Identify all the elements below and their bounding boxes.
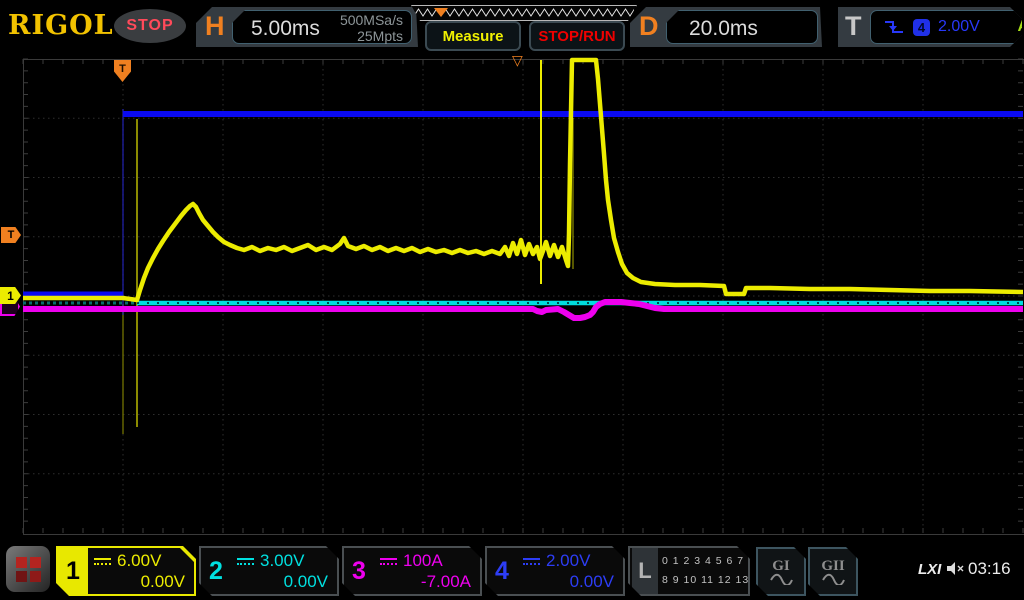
dc-coupling-icon	[523, 558, 540, 565]
timebase-value: 5.00ms	[251, 17, 320, 40]
horizontal-label: H	[205, 11, 225, 41]
channel-4-box[interactable]: 4 2.00V 0.00V	[485, 546, 625, 596]
trigger-readout: 4 2.00V A	[870, 10, 1024, 44]
generator-2-label: GII	[821, 557, 845, 574]
horizontal-panel[interactable]: H 5.00ms 500MSa/s 25Mpts	[196, 7, 418, 47]
channel-1-number: 1	[58, 548, 88, 594]
channel-4-offset: 0.00V	[569, 572, 614, 591]
rigol-logo: RIGOL	[8, 10, 114, 41]
oscilloscope-screen: RIGOL STOP H 5.00ms 500MSa/s 25Mpts Meas…	[0, 0, 1024, 600]
dc-coupling-icon	[237, 558, 254, 565]
sine-wave-icon	[821, 573, 845, 585]
sine-wave-icon	[769, 573, 793, 585]
timebase-readout: 5.00ms 500MSa/s 25Mpts	[232, 10, 412, 44]
channel-4-scale: 2.00V	[546, 551, 591, 570]
logic-label: L	[632, 548, 658, 594]
lxi-indicator: LXI	[918, 561, 942, 578]
overview-trigger-triangle-icon	[434, 8, 448, 17]
measure-button[interactable]: Measure	[425, 21, 521, 51]
dc-coupling-icon	[380, 558, 397, 565]
channel-2-box[interactable]: 2 3.00V 0.00V	[199, 546, 339, 596]
delay-readout: 20.0ms	[666, 10, 818, 44]
channel-1-scale: 6.00V	[117, 551, 162, 570]
channel-2-number: 2	[209, 556, 223, 585]
stop-run-button[interactable]: STOP/RUN	[529, 21, 625, 51]
logic-channel-numbers: 0 1 2 3 4 5 6 7 8 9 10 11 12 13 14 15	[662, 552, 744, 590]
logic-row-2: 8 9 10 11 12 13 14 15	[662, 574, 785, 586]
trigger-mode-indicator: A	[1017, 18, 1024, 35]
clock: 03:16	[968, 559, 1011, 578]
channel-1-box[interactable]: 1 6.00V 0.00V	[56, 546, 196, 596]
trigger-source-badge: 4	[913, 19, 930, 36]
channel-2-offset: 0.00V	[283, 572, 328, 591]
generator-1-button[interactable]: GI	[756, 547, 806, 596]
menu-button[interactable]	[6, 546, 50, 592]
generator-1-label: GI	[772, 557, 790, 574]
waveform-overview-strip[interactable]	[411, 5, 637, 21]
speaker-muted-icon	[947, 562, 964, 575]
sample-rate: 500MSa/s	[339, 12, 403, 28]
channel-1-offset: 0.00V	[140, 572, 185, 591]
trigger-level-value: 2.00V	[938, 18, 980, 35]
acquisition-readout: 500MSa/s 25Mpts	[340, 12, 403, 44]
trigger-label: T	[845, 11, 862, 41]
waveform-display	[22, 57, 1024, 533]
channel-3-box[interactable]: 3 100A -7.00A	[342, 546, 482, 596]
logic-row-1: 0 1 2 3 4 5 6 7	[662, 555, 745, 567]
generator-2-button[interactable]: GII	[808, 547, 858, 596]
trigger-slope-icon	[883, 19, 905, 36]
memory-depth: 25Mpts	[357, 28, 403, 44]
dc-coupling-icon	[94, 558, 111, 565]
delay-panel[interactable]: D 20.0ms	[630, 7, 822, 47]
trigger-level-marker[interactable]: T	[1, 227, 21, 243]
graticule-grid	[23, 59, 1023, 533]
ch1-offset-marker[interactable]: 1	[0, 287, 21, 304]
channel-2-scale: 3.00V	[260, 551, 305, 570]
menu-grid-icon	[15, 556, 41, 582]
trigger-panel[interactable]: T 4 2.00V A	[838, 7, 1022, 47]
logic-channels-box[interactable]: L 0 1 2 3 4 5 6 7 8 9 10 11 12 13 14 15	[628, 546, 750, 596]
channel-3-scale: 100A	[403, 551, 443, 570]
run-state-badge: STOP	[114, 9, 186, 43]
channel-3-offset: -7.00A	[420, 572, 471, 591]
trigger-position-triangle[interactable]: ▽	[512, 52, 523, 69]
delay-label: D	[639, 11, 659, 41]
channel-3-number: 3	[352, 556, 366, 585]
channel-4-number: 4	[495, 556, 509, 585]
delay-value: 20.0ms	[689, 17, 758, 40]
